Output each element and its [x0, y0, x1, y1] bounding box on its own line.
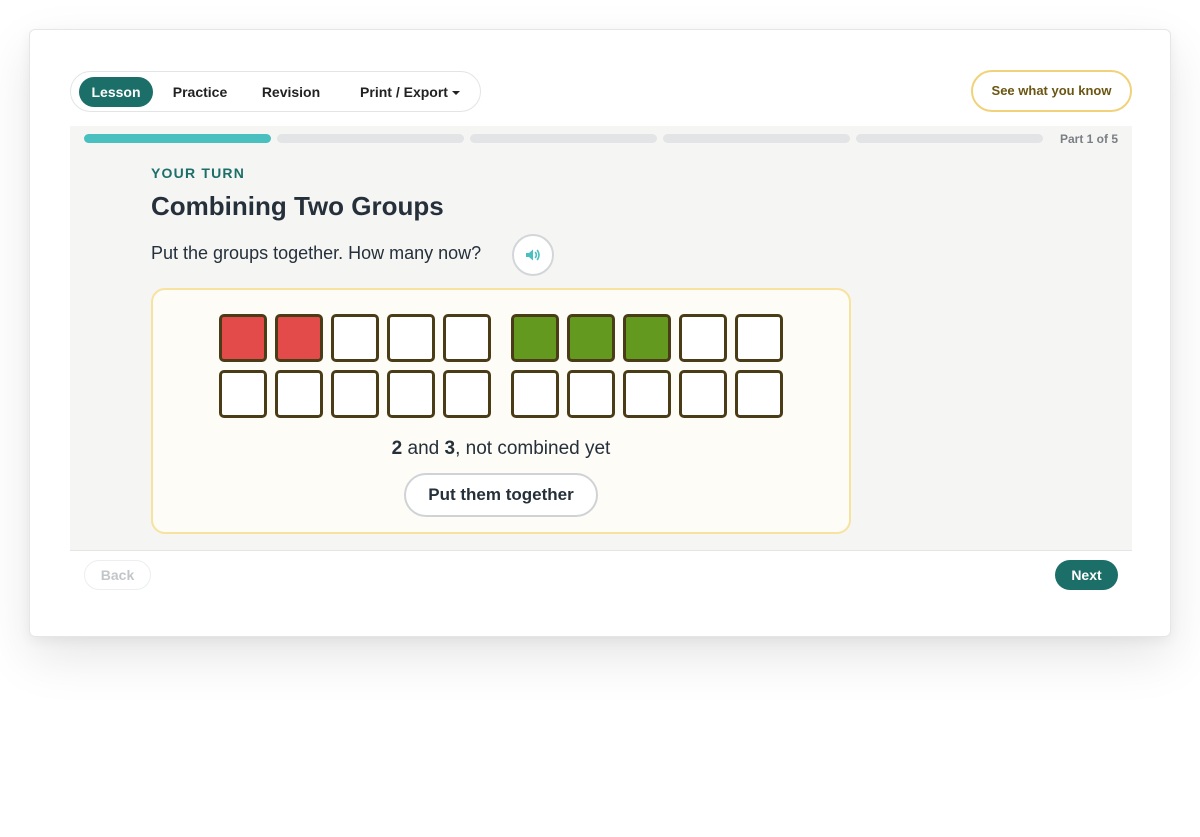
frame-a-cell — [275, 314, 323, 362]
frame-a-cell — [219, 314, 267, 362]
frame-a-cell — [331, 314, 379, 362]
put-them-together-button[interactable]: Put them together — [404, 473, 598, 517]
progress-segment — [84, 134, 271, 143]
tab-revision[interactable]: Revision — [251, 77, 331, 107]
see-what-you-know-button[interactable]: See what you know — [971, 70, 1132, 112]
progress-segment — [663, 134, 850, 143]
frame-a-cell — [331, 370, 379, 418]
top-nav: Lesson Practice Revision Print / Export — [70, 71, 481, 112]
page-title: Combining Two Groups — [151, 191, 444, 221]
frame-a-cell — [387, 370, 435, 418]
frame-b-cell — [679, 370, 727, 418]
progress-segment — [856, 134, 1043, 143]
frame-b-cell — [735, 314, 783, 362]
group-b-count: 3 — [444, 438, 456, 459]
tab-practice[interactable]: Practice — [163, 77, 237, 107]
progress-segment — [470, 134, 657, 143]
frame-a-cell — [387, 314, 435, 362]
frame-b-cell — [623, 314, 671, 362]
tab-lesson[interactable]: Lesson — [79, 77, 153, 107]
frame-b-cell — [735, 370, 783, 418]
progress-segment — [277, 134, 464, 143]
frame-a-cell — [443, 314, 491, 362]
group-a-count: 2 — [391, 438, 403, 459]
print-export-dropdown[interactable]: Print / Export — [355, 77, 465, 107]
frame-a-cell — [219, 370, 267, 418]
progress-label: Part 1 of 5 — [1059, 132, 1118, 146]
frame-b-cell — [679, 314, 727, 362]
question-prompt: Put the groups together. How many now? — [151, 243, 482, 263]
status-text: 2 and 3, not combined yet — [153, 438, 849, 460]
audio-button[interactable] — [512, 234, 554, 276]
frame-a-cell — [275, 370, 323, 418]
ten-frame-board: 2 and 3, not combined yet Put them toget… — [151, 288, 851, 534]
frame-b-cell — [623, 370, 671, 418]
next-button[interactable]: Next — [1055, 560, 1118, 590]
chevron-down-icon — [451, 91, 460, 96]
back-button[interactable]: Back — [84, 560, 151, 590]
frame-b-cell — [511, 314, 559, 362]
print-export-label: Print / Export — [360, 84, 448, 100]
frame-b-cell — [567, 314, 615, 362]
lesson-card: Lesson Practice Revision Print / Export … — [29, 29, 1171, 637]
status-and: and — [402, 438, 445, 459]
frame-a-cell — [443, 370, 491, 418]
frame-b-cell — [511, 370, 559, 418]
lesson-main: Part 1 of 5 YOUR TURN Combining Two Grou… — [70, 126, 1132, 551]
speaker-icon — [526, 249, 540, 261]
status-rest: , not combined yet — [455, 438, 611, 459]
frame-b-cell — [567, 370, 615, 418]
section-eyebrow: YOUR TURN — [151, 165, 246, 181]
